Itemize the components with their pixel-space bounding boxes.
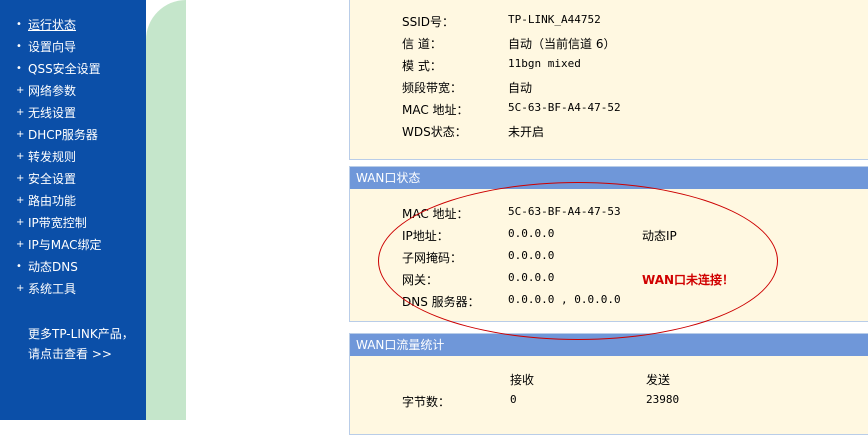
promo-link[interactable]: 更多TP-LINK产品， 请点击查看 >> bbox=[28, 324, 134, 364]
promo-line2[interactable]: 请点击查看 >> bbox=[28, 344, 134, 364]
sidebar-item-dhcp[interactable]: + DHCP服务器 bbox=[16, 124, 102, 146]
wan-status-panel: WAN口状态 MAC 地址： 5C-63-BF-A4-47-53 IP地址： 0… bbox=[349, 166, 868, 322]
sidebar-item-qss[interactable]: • QSS安全设置 bbox=[16, 58, 102, 80]
wireless-value: TP-LINK_A44752 bbox=[508, 13, 601, 26]
sidebar-item-network[interactable]: + 网络参数 bbox=[16, 80, 102, 102]
wireless-status-panel: SSID号： TP-LINK_A44752 信 道： 自动（当前信道 6） 模 … bbox=[349, 0, 868, 160]
sidebar-item-ip-mac[interactable]: + IP与MAC绑定 bbox=[16, 234, 102, 256]
sidebar-item-label: 路由功能 bbox=[28, 194, 77, 208]
wan-value: 0.0.0.0 bbox=[508, 249, 555, 262]
sidebar-item-ddns[interactable]: • 动态DNS bbox=[16, 256, 102, 278]
sidebar-item-label: 网络参数 bbox=[28, 84, 77, 98]
sidebar-item-label: 安全设置 bbox=[28, 172, 77, 186]
wan-warning: WAN口未连接！ bbox=[642, 273, 735, 287]
sidebar-item-label: DHCP服务器 bbox=[28, 128, 98, 142]
sidebar-menu: • 运行状态 • 设置向导 • QSS安全设置 + 网络参数 + 无线设置 + DHCP服务… bbox=[16, 14, 102, 300]
wireless-value: 自动（当前信道 6） bbox=[508, 37, 616, 51]
bullet-icon: • bbox=[16, 41, 22, 52]
sidebar-item-label: 无线设置 bbox=[28, 106, 77, 120]
plus-icon: + bbox=[16, 217, 25, 228]
wireless-value: 自动 bbox=[508, 81, 533, 95]
wan-value: 0.0.0.0 , 0.0.0.0 bbox=[508, 293, 621, 306]
bullet-icon: • bbox=[16, 261, 22, 272]
wireless-value: 未开启 bbox=[508, 125, 545, 139]
sidebar-item-label: 运行状态 bbox=[28, 18, 77, 32]
traffic-send: 23980 bbox=[646, 393, 680, 406]
column-header-recv: 接收 bbox=[510, 373, 535, 387]
sidebar: • 运行状态 • 设置向导 • QSS安全设置 + 网络参数 + 无线设置 + DHCP服务… bbox=[0, 0, 146, 420]
wan-label: 网关： bbox=[402, 273, 439, 287]
sidebar-item-system-tools[interactable]: + 系统工具 bbox=[16, 278, 102, 300]
wireless-label: 频段带宽： bbox=[402, 81, 463, 95]
sidebar-item-label: QSS安全设置 bbox=[28, 62, 101, 76]
sidebar-item-label: IP与MAC绑定 bbox=[28, 238, 102, 252]
sidebar-item-status[interactable]: • 运行状态 bbox=[16, 14, 102, 36]
wireless-label: 模 式： bbox=[402, 59, 442, 73]
wan-status-title: WAN口状态 bbox=[350, 167, 868, 189]
bullet-icon: • bbox=[16, 19, 22, 30]
sidebar-item-label: 动态DNS bbox=[28, 260, 78, 274]
plus-icon: + bbox=[16, 283, 25, 294]
plus-icon: + bbox=[16, 173, 25, 184]
wireless-label: WDS状态： bbox=[402, 125, 467, 139]
sidebar-item-setup-wizard[interactable]: • 设置向导 bbox=[16, 36, 102, 58]
wan-label: MAC 地址： bbox=[402, 207, 469, 221]
wireless-label: SSID号： bbox=[402, 15, 455, 29]
sidebar-item-label: IP带宽控制 bbox=[28, 216, 87, 230]
sidebar-item-label: 转发规则 bbox=[28, 150, 77, 164]
wireless-value: 11bgn mixed bbox=[508, 57, 581, 70]
promo-line1: 更多TP-LINK产品， bbox=[28, 327, 134, 341]
wan-value: 5C-63-BF-A4-47-53 bbox=[508, 205, 621, 218]
sidebar-item-wireless[interactable]: + 无线设置 bbox=[16, 102, 102, 124]
plus-icon: + bbox=[16, 107, 25, 118]
plus-icon: + bbox=[16, 151, 25, 162]
sidebar-item-label: 系统工具 bbox=[28, 282, 77, 296]
wireless-label: 信 道： bbox=[402, 37, 442, 51]
wan-value: 0.0.0.0 bbox=[508, 227, 555, 240]
sidebar-divider bbox=[146, 0, 186, 420]
sidebar-item-forwarding[interactable]: + 转发规则 bbox=[16, 146, 102, 168]
wireless-value: 5C-63-BF-A4-47-52 bbox=[508, 101, 621, 114]
bullet-icon: • bbox=[16, 63, 22, 74]
plus-icon: + bbox=[16, 129, 25, 140]
wireless-label: MAC 地址： bbox=[402, 103, 469, 117]
sidebar-item-bandwidth[interactable]: + IP带宽控制 bbox=[16, 212, 102, 234]
traffic-label: 字节数： bbox=[402, 395, 451, 409]
wan-ip-type: 动态IP bbox=[642, 229, 677, 243]
plus-icon: + bbox=[16, 195, 25, 206]
column-header-send: 发送 bbox=[646, 373, 671, 387]
wan-label: 子网掩码： bbox=[402, 251, 463, 265]
plus-icon: + bbox=[16, 85, 25, 96]
plus-icon: + bbox=[16, 239, 25, 250]
wan-label: DNS 服务器： bbox=[402, 295, 480, 309]
wan-label: IP地址： bbox=[402, 229, 449, 243]
sidebar-item-security[interactable]: + 安全设置 bbox=[16, 168, 102, 190]
sidebar-item-routing[interactable]: + 路由功能 bbox=[16, 190, 102, 212]
sidebar-item-label: 设置向导 bbox=[28, 40, 77, 54]
wan-traffic-title: WAN口流量统计 bbox=[350, 334, 868, 356]
traffic-recv: 0 bbox=[510, 393, 517, 406]
wan-value: 0.0.0.0 bbox=[508, 271, 555, 284]
